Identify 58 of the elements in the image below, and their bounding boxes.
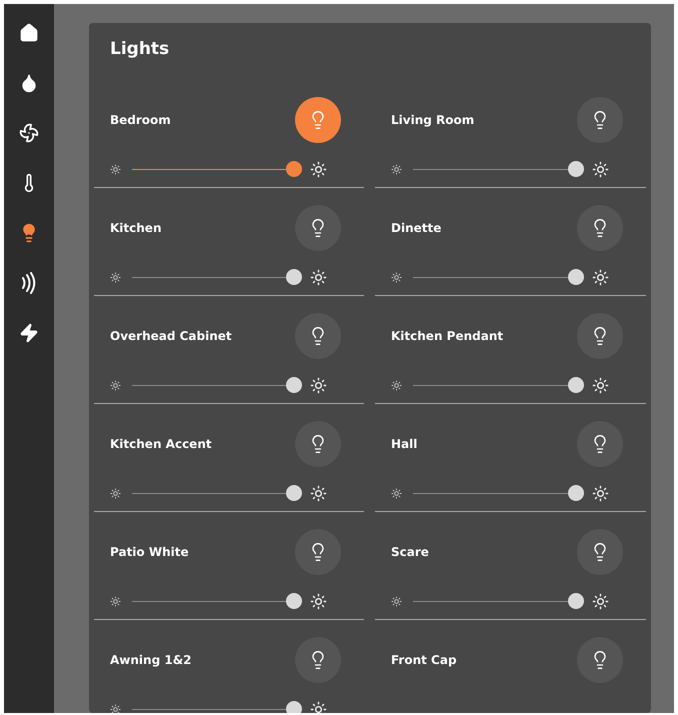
slider-thumb[interactable] <box>568 377 584 393</box>
light-name: Kitchen Accent <box>110 437 212 451</box>
sun-small-icon <box>110 704 121 713</box>
sun-large-icon <box>592 484 609 502</box>
slider-thumb[interactable] <box>286 161 302 177</box>
sun-large-icon <box>592 592 609 610</box>
sun-small-icon <box>391 380 402 390</box>
sun-large-icon <box>592 160 609 178</box>
light-name: Hall <box>391 437 418 451</box>
light-toggle-button[interactable] <box>577 313 623 359</box>
sun-small-icon <box>110 596 121 606</box>
light-name: Kitchen <box>110 221 162 235</box>
slider-thumb[interactable] <box>286 701 302 713</box>
slider-thumb[interactable] <box>568 593 584 609</box>
light-toggle-button[interactable] <box>577 97 623 143</box>
light-name: Living Room <box>391 113 474 127</box>
sun-large-icon <box>310 376 327 394</box>
slider-thumb[interactable] <box>568 269 584 285</box>
sun-large-icon <box>592 268 609 286</box>
light-name: Bedroom <box>110 113 171 127</box>
slider-thumb[interactable] <box>286 377 302 393</box>
panel-title: Lights <box>110 38 170 61</box>
sun-small-icon <box>391 164 402 174</box>
sun-small-icon <box>110 380 121 390</box>
light-toggle-button[interactable] <box>295 421 341 467</box>
slider-thumb[interactable] <box>568 485 584 501</box>
light-toggle-button[interactable] <box>295 205 341 251</box>
slider-thumb[interactable] <box>286 485 302 501</box>
sun-small-icon <box>110 164 121 174</box>
light-name: Kitchen Pendant <box>391 329 504 343</box>
sun-small-icon <box>110 488 121 498</box>
sun-large-icon <box>310 160 327 178</box>
slider-thumb[interactable] <box>568 161 584 177</box>
light-toggle-button[interactable] <box>577 421 623 467</box>
light-toggle-button[interactable] <box>295 97 341 143</box>
sun-small-icon <box>110 272 121 282</box>
light-toggle-button[interactable] <box>295 529 341 575</box>
slider-thumb[interactable] <box>286 269 302 285</box>
light-name: Awning 1&2 <box>110 653 192 667</box>
slider-thumb[interactable] <box>286 593 302 609</box>
sun-large-icon <box>592 376 609 394</box>
light-toggle-button[interactable] <box>577 529 623 575</box>
sun-large-icon <box>310 700 327 713</box>
light-toggle-button[interactable] <box>577 637 623 683</box>
light-name: Dinette <box>391 221 442 235</box>
sun-large-icon <box>310 484 327 502</box>
light-name: Overhead Cabinet <box>110 329 232 343</box>
sun-small-icon <box>391 488 402 498</box>
sun-small-icon <box>391 272 402 282</box>
light-toggle-button[interactable] <box>577 205 623 251</box>
sun-large-icon <box>310 592 327 610</box>
sun-large-icon <box>310 268 327 286</box>
light-name: Scare <box>391 545 429 559</box>
sun-small-icon <box>391 596 402 606</box>
light-toggle-button[interactable] <box>295 313 341 359</box>
light-toggle-button[interactable] <box>295 637 341 683</box>
light-name: Patio White <box>110 545 189 559</box>
light-name: Front Cap <box>391 653 457 667</box>
